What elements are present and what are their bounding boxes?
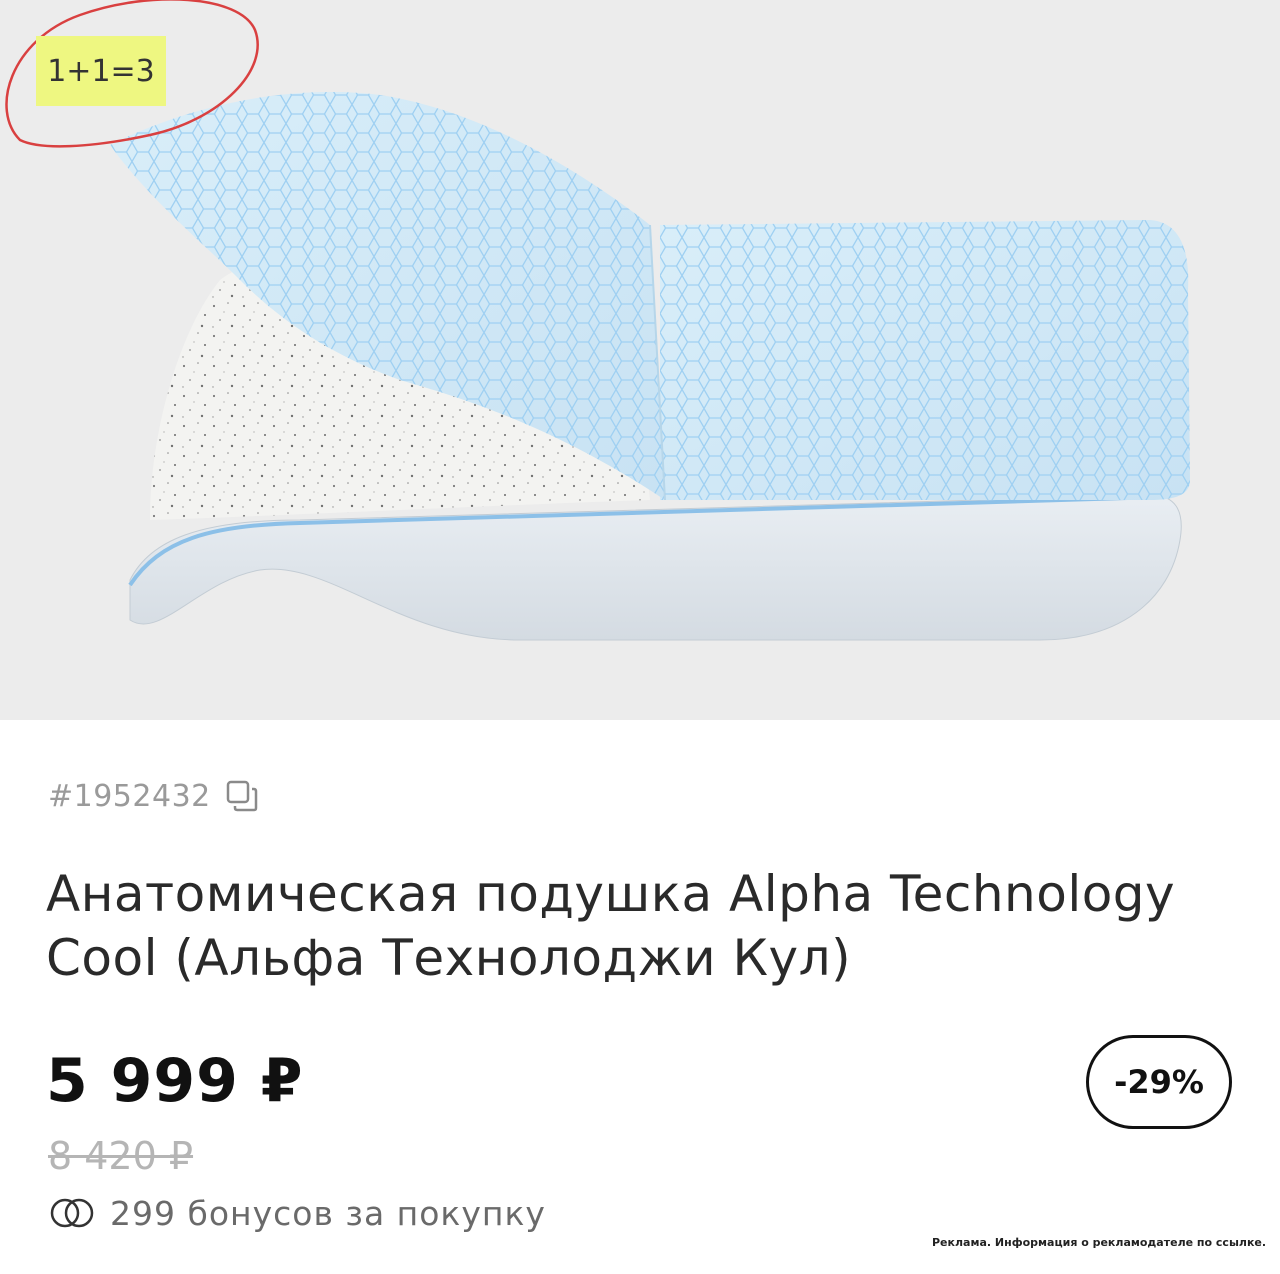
promo-badge: 1+1=3 bbox=[36, 36, 166, 106]
sku-number: #1952432 bbox=[48, 778, 211, 814]
product-title-line-2: Cool (Альфа Технолоджи Кул) bbox=[46, 929, 852, 987]
sku-row: #1952432 bbox=[48, 776, 259, 816]
product-image[interactable]: 1+1=3 bbox=[0, 0, 1280, 720]
bonus-coins-icon bbox=[48, 1196, 98, 1230]
bonus-text: 299 бонусов за покупку bbox=[110, 1193, 546, 1233]
copy-icon[interactable] bbox=[225, 779, 259, 813]
bonus-row: 299 бонусов за покупку bbox=[48, 1192, 546, 1234]
current-price: 5 999 ₽ bbox=[46, 1046, 304, 1116]
product-title-line-1: Анатомическая подушка Alpha Technology bbox=[46, 865, 1176, 923]
product-title: Анатомическая подушка Alpha Technology C… bbox=[46, 862, 1236, 990]
promo-badge-label: 1+1=3 bbox=[47, 53, 155, 89]
pillow-illustration bbox=[5, 0, 1190, 641]
discount-value: -29% bbox=[1114, 1063, 1204, 1101]
ad-disclaimer-link[interactable]: Реклама. Информация о рекламодателе по с… bbox=[932, 1236, 1266, 1249]
discount-badge: -29% bbox=[1086, 1035, 1232, 1129]
old-price: 8 420 ₽ bbox=[48, 1134, 194, 1178]
